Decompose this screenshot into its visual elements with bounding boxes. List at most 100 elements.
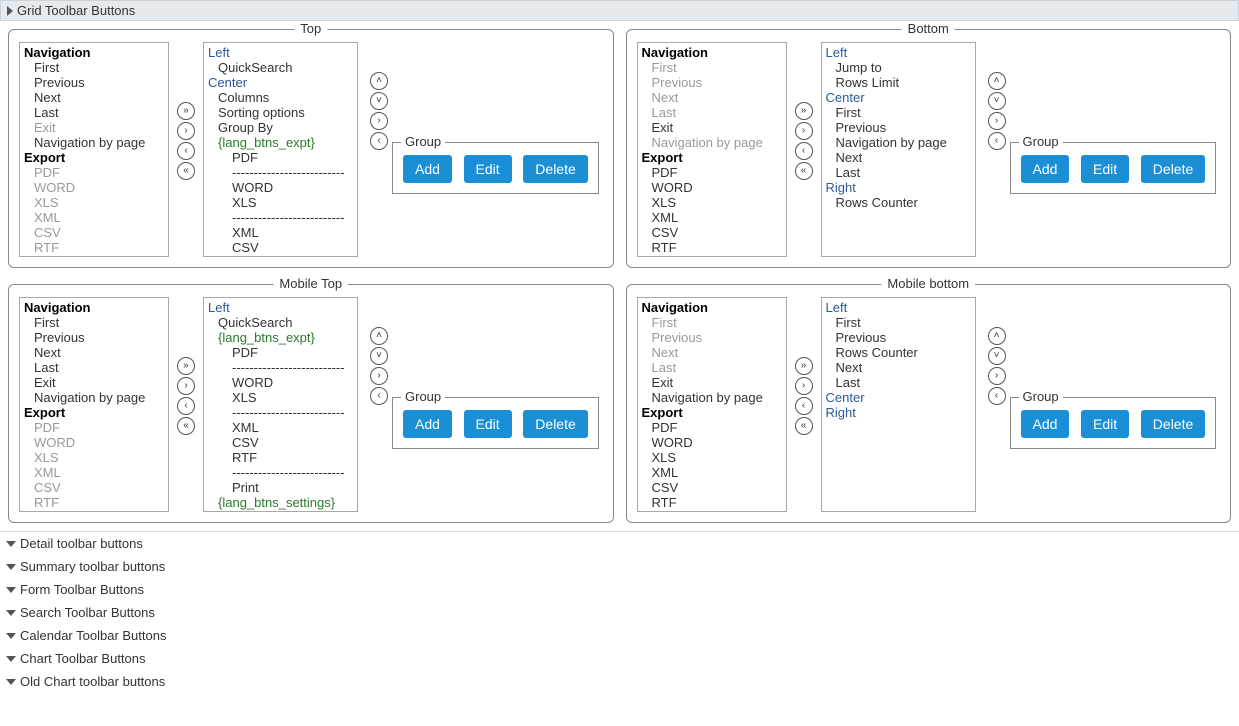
list-item[interactable]: Next	[20, 345, 168, 360]
move-right-button[interactable]: ›	[988, 112, 1006, 130]
selected-listbox[interactable]: Left QuickSearch {lang_btns_expt} PDF --…	[203, 297, 358, 512]
list-item[interactable]: Previous	[638, 330, 786, 345]
list-item[interactable]: Navigation by page	[822, 135, 975, 150]
section-header-calendar[interactable]: Calendar Toolbar Buttons	[0, 624, 1239, 647]
list-item[interactable]: Navigation by page	[20, 135, 168, 150]
list-item[interactable]: Navigation by page	[20, 390, 168, 405]
list-item[interactable]: Sorting options	[204, 105, 357, 120]
group-delete-button[interactable]: Delete	[1141, 155, 1205, 183]
list-item[interactable]: Previous	[638, 75, 786, 90]
list-item[interactable]: Rows Limit	[822, 75, 975, 90]
remove-one-button[interactable]: ‹	[795, 142, 813, 160]
section-header-search[interactable]: Search Toolbar Buttons	[0, 601, 1239, 624]
list-item[interactable]: XML	[204, 225, 357, 240]
list-item[interactable]: RTF	[20, 240, 168, 255]
section-header-oldchart[interactable]: Old Chart toolbar buttons	[0, 670, 1239, 693]
list-item[interactable]: XML	[20, 210, 168, 225]
list-item[interactable]: CSV	[638, 480, 786, 495]
list-item[interactable]: CSV	[638, 225, 786, 240]
list-item[interactable]: CSV	[20, 225, 168, 240]
list-item[interactable]: --------------------------	[204, 465, 357, 480]
list-item[interactable]: Center	[822, 390, 975, 405]
list-item[interactable]: Group By	[204, 120, 357, 135]
list-item[interactable]: Left	[822, 300, 975, 315]
list-item[interactable]: RTF	[204, 450, 357, 465]
move-top-button[interactable]: ˄	[370, 327, 388, 345]
move-down-button[interactable]: ˅	[988, 347, 1006, 365]
list-item[interactable]: WORD	[204, 375, 357, 390]
list-item[interactable]: XLS	[20, 450, 168, 465]
list-item[interactable]: XLS	[638, 195, 786, 210]
group-edit-button[interactable]: Edit	[1081, 155, 1129, 183]
list-item[interactable]: Next	[822, 150, 975, 165]
group-delete-button[interactable]: Delete	[523, 155, 587, 183]
section-header-form[interactable]: Form Toolbar Buttons	[0, 578, 1239, 601]
list-item[interactable]: XML	[638, 210, 786, 225]
list-item[interactable]: XML	[20, 465, 168, 480]
list-item[interactable]: --------------------------	[204, 360, 357, 375]
list-item[interactable]: Next	[638, 90, 786, 105]
selected-listbox[interactable]: Left First Previous Rows Counter Next La…	[821, 297, 976, 512]
list-item[interactable]: Last	[20, 105, 168, 120]
section-header-detail[interactable]: Detail toolbar buttons	[0, 532, 1239, 555]
list-item[interactable]: QuickSearch	[204, 315, 357, 330]
list-item[interactable]: PDF	[20, 420, 168, 435]
selected-listbox[interactable]: Left QuickSearch Center Columns Sorting …	[203, 42, 358, 257]
list-item[interactable]: --------------------------	[204, 165, 357, 180]
list-item[interactable]: Navigation	[638, 45, 786, 60]
move-right-button[interactable]: ›	[370, 367, 388, 385]
move-left-button[interactable]: ‹	[370, 387, 388, 405]
list-item[interactable]: QuickSearch	[204, 60, 357, 75]
list-item[interactable]: Export	[20, 405, 168, 420]
list-item[interactable]: PDF	[20, 165, 168, 180]
list-item[interactable]: Previous	[822, 330, 975, 345]
list-item[interactable]: CSV	[204, 240, 357, 255]
remove-one-button[interactable]: ‹	[795, 397, 813, 415]
list-item[interactable]: Previous	[20, 75, 168, 90]
group-add-button[interactable]: Add	[1021, 410, 1070, 438]
list-item[interactable]: Exit	[638, 120, 786, 135]
list-item[interactable]: First	[638, 60, 786, 75]
list-item[interactable]: Last	[822, 375, 975, 390]
list-item[interactable]: Print	[204, 480, 357, 495]
move-right-button[interactable]: ›	[988, 367, 1006, 385]
list-item[interactable]: Previous	[20, 330, 168, 345]
add-one-button[interactable]: ›	[177, 377, 195, 395]
list-item[interactable]: Navigation	[20, 45, 168, 60]
list-item[interactable]: First	[20, 315, 168, 330]
remove-all-button[interactable]: «	[177, 162, 195, 180]
list-item[interactable]: PDF	[204, 150, 357, 165]
remove-all-button[interactable]: «	[795, 417, 813, 435]
move-down-button[interactable]: ˅	[370, 347, 388, 365]
list-item[interactable]: Next	[20, 90, 168, 105]
list-item[interactable]: PDF	[204, 345, 357, 360]
list-item[interactable]: Jump to	[822, 60, 975, 75]
move-top-button[interactable]: ˄	[988, 327, 1006, 345]
list-item[interactable]: Right	[822, 405, 975, 420]
list-item[interactable]: Next	[638, 345, 786, 360]
list-item[interactable]: Last	[822, 165, 975, 180]
list-item[interactable]: CSV	[20, 480, 168, 495]
group-edit-button[interactable]: Edit	[464, 155, 512, 183]
move-top-button[interactable]: ˄	[370, 72, 388, 90]
available-listbox[interactable]: Navigation First Previous Next Last Exit…	[19, 42, 169, 257]
list-item[interactable]: WORD	[204, 180, 357, 195]
section-header-grid-toolbar[interactable]: Grid Toolbar Buttons	[0, 0, 1239, 21]
move-right-button[interactable]: ›	[370, 112, 388, 130]
list-item[interactable]: First	[20, 60, 168, 75]
list-item[interactable]: Center	[822, 90, 975, 105]
selected-listbox[interactable]: Left Jump to Rows Limit Center First Pre…	[821, 42, 976, 257]
list-item[interactable]: XLS	[20, 195, 168, 210]
list-item[interactable]: Previous	[822, 120, 975, 135]
list-item[interactable]: Navigation by page	[638, 390, 786, 405]
move-down-button[interactable]: ˅	[370, 92, 388, 110]
add-one-button[interactable]: ›	[795, 377, 813, 395]
add-all-button[interactable]: »	[795, 357, 813, 375]
remove-one-button[interactable]: ‹	[177, 142, 195, 160]
list-item[interactable]: Navigation	[20, 300, 168, 315]
list-item[interactable]: Next	[822, 360, 975, 375]
list-item[interactable]: First	[822, 105, 975, 120]
add-all-button[interactable]: »	[795, 102, 813, 120]
list-item[interactable]: PDF	[638, 420, 786, 435]
list-item[interactable]: Left	[822, 45, 975, 60]
